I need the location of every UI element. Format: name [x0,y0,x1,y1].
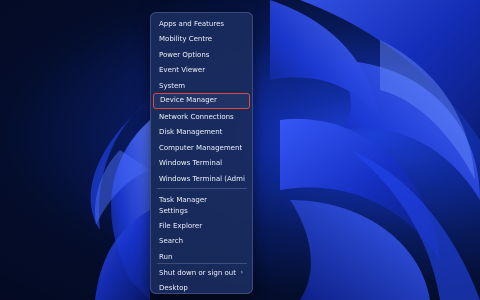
run-item[interactable]: Run [159,250,245,264]
menu-item-label: Device Manager [160,96,217,104]
menu-separator [157,263,247,264]
mobility-centre-item[interactable]: Mobility Centre [159,32,245,46]
menu-item-label: Event Viewer [159,66,206,74]
menu-item-label: Settings [159,207,188,215]
menu-item-label: Desktop [159,284,188,292]
menu-item-label: System [159,82,186,90]
file-explorer-item[interactable]: File Explorer [159,219,245,233]
power-options-item[interactable]: Power Options [159,48,245,62]
desktop[interactable]: Apps and Features Mobility Centre Power Op… [0,0,480,300]
chevron-right-icon: › [240,269,243,276]
shut-down-or-sign-out-item[interactable]: Shut down or sign out › [159,266,245,280]
desktop-item[interactable]: Desktop [159,281,245,295]
menu-item-label: Run [159,253,173,261]
menu-item-label: Computer Management [159,144,243,152]
device-manager-item[interactable]: Device Manager [153,93,250,109]
menu-item-label: Disk Management [159,128,223,136]
menu-item-label: Mobility Centre [159,35,213,43]
windows-terminal-admin-item[interactable]: Windows Terminal (Admin) [159,172,245,186]
menu-separator [157,188,247,189]
system-item[interactable]: System [159,79,245,93]
settings-item[interactable]: Settings [159,204,245,218]
menu-item-label: Windows Terminal [159,159,223,167]
disk-management-item[interactable]: Disk Management [159,125,245,139]
menu-item-label: Shut down or sign out [159,269,236,277]
menu-item-label: Windows Terminal (Admin) [159,175,245,183]
apps-and-features-item[interactable]: Apps and Features [159,17,245,31]
menu-item-label: Apps and Features [159,20,225,28]
menu-item-label: Power Options [159,51,210,59]
windows-terminal-item[interactable]: Windows Terminal [159,156,245,170]
menu-item-label: File Explorer [159,222,203,230]
menu-item-label: Network Connections [159,113,234,121]
search-item[interactable]: Search [159,234,245,248]
computer-management-item[interactable]: Computer Management [159,141,245,155]
network-connections-item[interactable]: Network Connections [159,110,245,124]
menu-item-label: Search [159,237,184,245]
menu-item-label: Task Manager [159,196,208,204]
event-viewer-item[interactable]: Event Viewer [159,63,245,77]
quick-link-menu: Apps and Features Mobility Centre Power Op… [150,12,253,294]
